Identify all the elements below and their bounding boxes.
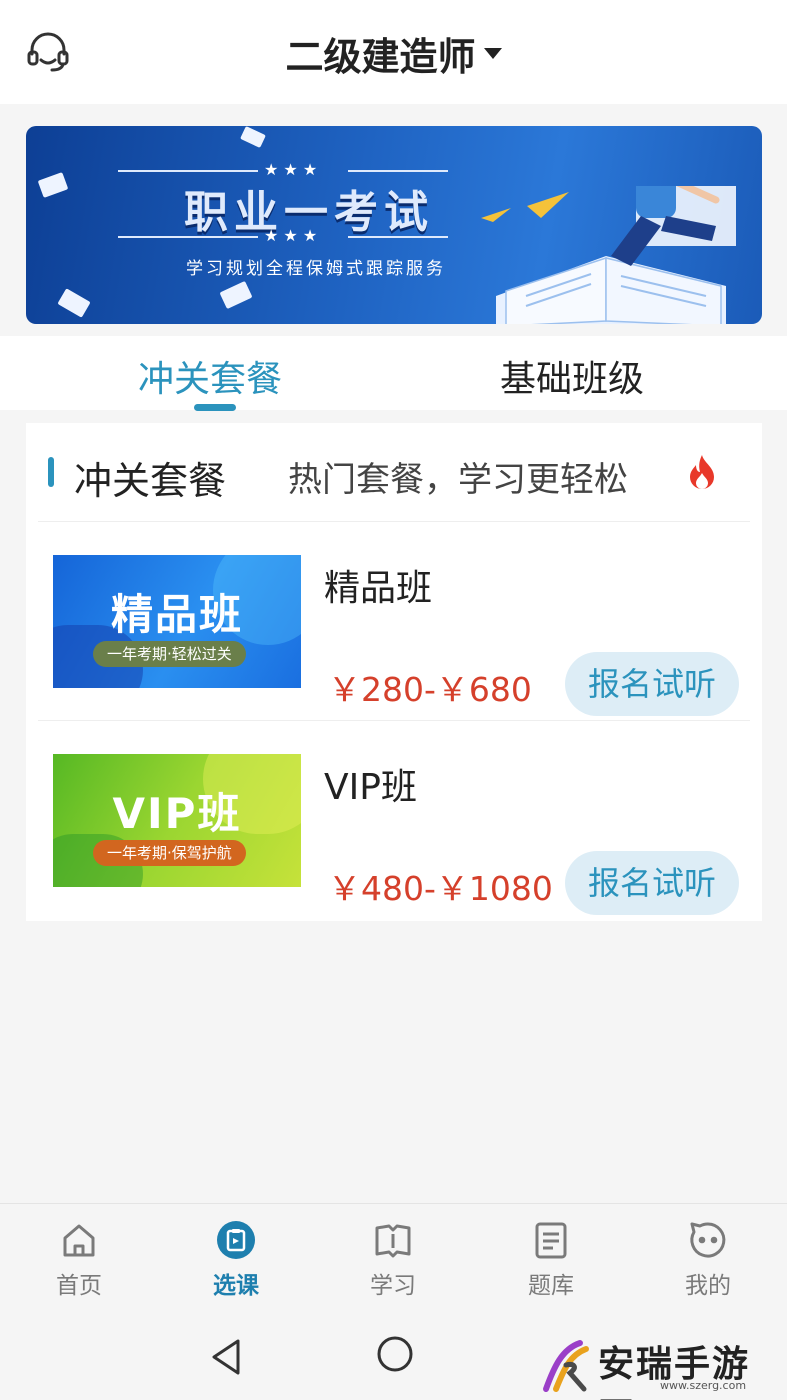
nav-label: 题库: [528, 1273, 574, 1299]
nav-home[interactable]: 首页: [34, 1220, 124, 1300]
thumbnail-title: 精品班: [110, 590, 243, 639]
book-icon: [375, 1224, 411, 1258]
course-name-premium[interactable]: 精品班: [324, 559, 432, 611]
thumbnail-tag: 一年考期·轻松过关: [93, 641, 246, 667]
banner-divider: [118, 170, 258, 172]
page-title-text[interactable]: 二级建造师: [285, 35, 475, 79]
nav-question-bank[interactable]: 题库: [506, 1220, 596, 1300]
course-name-vip[interactable]: VIP班: [324, 758, 417, 810]
nav-label: 学习: [370, 1273, 416, 1299]
thumbnail-title: VIP班: [112, 789, 242, 838]
course-thumbnail-vip[interactable]: VIP班 一年考期·保驾护航: [53, 754, 301, 887]
section-accent-bar: [48, 457, 54, 487]
nav-label: 选课: [213, 1273, 259, 1299]
paper-decoration: [57, 288, 91, 318]
course-select-icon: [217, 1221, 255, 1259]
enroll-trial-button-vip[interactable]: 报名试听: [565, 851, 739, 915]
profile-icon: [690, 1222, 726, 1258]
watermark-logo-icon: [543, 1340, 589, 1392]
bottom-navigation: 首页 选课 学习 题库 我的: [0, 1203, 787, 1313]
enroll-trial-button-premium[interactable]: 报名试听: [565, 652, 739, 716]
paper-decoration: [240, 126, 266, 148]
promo-banner[interactable]: ★ ★ ★ 职业一考试 ★ ★ ★ 学习规划全程保姆式跟踪服务: [26, 126, 762, 324]
banner-divider: [348, 236, 448, 238]
banner-divider: [348, 170, 448, 172]
thumbnail-tag: 一年考期·保驾护航: [93, 840, 246, 866]
caret-down-icon[interactable]: [483, 48, 502, 59]
back-triangle-icon[interactable]: [208, 1337, 244, 1377]
watermark: 安瑞手游网 www.szerg.com: [540, 1333, 787, 1400]
divider: [38, 720, 750, 721]
nav-profile[interactable]: 我的: [663, 1220, 753, 1300]
nav-study[interactable]: 学习: [348, 1220, 438, 1300]
watermark-url: www.szerg.com: [660, 1379, 747, 1392]
course-tabs: 冲关套餐 基础班级: [0, 336, 787, 410]
package-card: 冲关套餐 热门套餐，学习更轻松 精品班 一年考期·轻松过关 精品班 ￥280-￥…: [26, 423, 762, 921]
book-illustration: [496, 186, 736, 324]
course-price-premium: ￥280-￥680: [328, 670, 532, 709]
active-tab-indicator: [194, 404, 236, 411]
home-icon: [63, 1224, 95, 1257]
nav-label: 我的: [685, 1273, 731, 1299]
course-thumbnail-premium[interactable]: 精品班 一年考期·轻松过关: [53, 555, 301, 688]
section-subtitle: 热门套餐，学习更轻松: [288, 460, 628, 500]
nav-course-select[interactable]: 选课: [191, 1220, 281, 1300]
paper-decoration: [37, 172, 69, 198]
divider: [38, 521, 750, 522]
banner-divider: [118, 236, 258, 238]
nav-label: 首页: [56, 1273, 102, 1299]
app-header: 二级建造师: [0, 0, 787, 104]
page-title[interactable]: 二级建造师: [0, 26, 787, 81]
banner-stars-bottom: ★ ★ ★: [264, 226, 318, 245]
paper-decoration: [219, 280, 253, 310]
course-price-vip: ￥480-￥1080: [328, 869, 553, 908]
section-title: 冲关套餐: [74, 459, 227, 503]
fire-icon: [690, 455, 714, 489]
tab-challenge-package[interactable]: 冲关套餐: [138, 350, 282, 402]
home-circle-icon[interactable]: [376, 1335, 414, 1373]
tab-basic-class[interactable]: 基础班级: [500, 350, 644, 402]
banner-subtitle: 学习规划全程保姆式跟踪服务: [186, 259, 446, 279]
question-bank-icon: [535, 1222, 567, 1259]
